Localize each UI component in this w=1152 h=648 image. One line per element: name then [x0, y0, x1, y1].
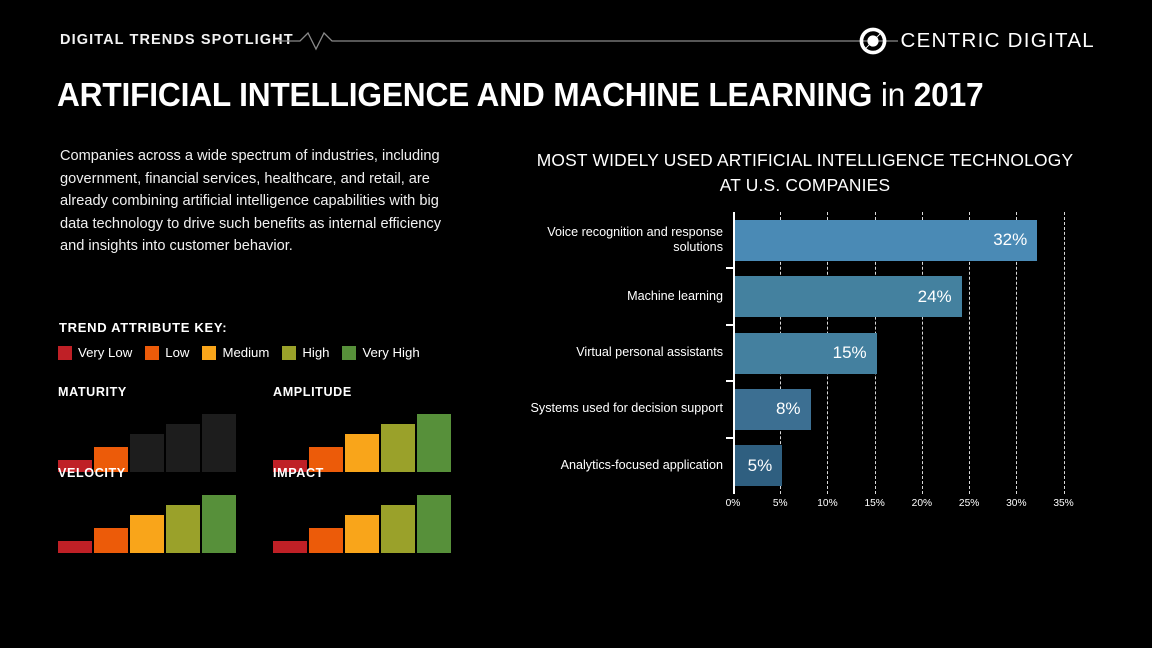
chart-bar-value: 8%	[775, 399, 801, 419]
chart-x-tick-label: 0%	[725, 498, 741, 509]
attribute-level-bar	[381, 424, 415, 472]
chart-gridline	[1063, 212, 1065, 494]
chart-y-tick	[726, 380, 733, 383]
chart-bar-value: 24%	[917, 286, 952, 306]
attribute-level-bar	[202, 414, 236, 472]
legend-item-very-high: Very High	[342, 345, 420, 360]
page-header: DIGITAL TRENDS SPOTLIGHT CENTRIC DIGITAL	[0, 0, 1152, 62]
attribute-level-bar	[202, 495, 236, 553]
legend-item-medium: Medium	[202, 345, 269, 360]
chart-x-tick-label: 5%	[772, 498, 788, 509]
centric-circle-mark-icon	[860, 27, 887, 55]
legend-swatch-icon	[282, 345, 297, 360]
attribute-level-bars	[273, 495, 455, 553]
attribute-level-bar	[417, 414, 451, 472]
chart-x-tick-label: 30%	[1006, 498, 1027, 509]
trend-attribute-key-title: TREND ATTRIBUTE KEY:	[59, 320, 228, 335]
chart-title-line-2: AT U.S. COMPANIES	[719, 175, 891, 195]
attribute-panel-maturity: MATURITY	[58, 385, 243, 475]
legend-label: Very Low	[78, 345, 133, 360]
chart-x-tick-label: 15%	[864, 498, 885, 509]
attribute-level-bar	[58, 541, 92, 553]
chart-y-tick	[726, 323, 733, 326]
chart-bar-value: 32%	[993, 230, 1028, 250]
chart-category-label: Machine learning	[627, 288, 723, 303]
chart-x-tick-label: 20%	[911, 498, 933, 509]
attribute-level-bar	[381, 505, 415, 553]
attribute-level-bar	[417, 495, 451, 553]
trend-attribute-legend: Very Low Low Medium High Very High	[58, 345, 433, 360]
attribute-level-bars	[58, 414, 240, 472]
attribute-panel-impact: IMPACT	[273, 466, 458, 556]
attribute-level-bar	[309, 528, 343, 553]
page-title: ARTIFICIAL INTELLIGENCE AND MACHINE LEAR…	[57, 76, 984, 114]
chart-y-tick	[726, 267, 733, 270]
attribute-title: MATURITY	[58, 385, 127, 399]
legend-item-low: Low	[145, 345, 189, 360]
chart-title-line-1: MOST WIDELY USED ARTIFICIAL INTELLIGENCE…	[536, 150, 1074, 170]
legend-label: High	[302, 345, 330, 360]
attribute-level-bar	[94, 528, 128, 553]
attribute-level-bar	[166, 505, 200, 553]
chart-x-tick-label: 35%	[1053, 498, 1074, 509]
intro-paragraph: Companies across a wide spectrum of indu…	[60, 148, 442, 255]
chart-bar[interactable]: 15%	[735, 332, 877, 374]
chart-category-label: Voice recognition and response solutions	[547, 224, 723, 255]
attribute-title: VELOCITY	[58, 466, 126, 480]
legend-label: Medium	[222, 345, 270, 360]
legend-label: Very High	[362, 345, 420, 360]
brand-logo[interactable]: CENTRIC DIGITAL	[859, 27, 1095, 55]
chart-category-labels: Voice recognition and response solutions…	[520, 212, 724, 494]
brand-name: CENTRIC DIGITAL	[900, 29, 1095, 52]
attribute-panel-velocity: VELOCITY	[58, 466, 243, 556]
ai-technology-bar-chart: Voice recognition and response solutions…	[520, 212, 1090, 522]
chart-title: MOST WIDELY USED ARTIFICIAL INTELLIGENCE…	[500, 148, 1110, 198]
chart-y-tick	[726, 436, 733, 439]
chart-bar[interactable]: 5%	[735, 445, 783, 487]
attribute-title: IMPACT	[273, 466, 324, 480]
chart-x-tick-label: 25%	[958, 498, 980, 509]
chart-plot-area: 32% 24% 15% 8% 5%	[726, 212, 1073, 494]
chart-category-label: Systems used for decision support	[530, 401, 724, 416]
chart-bar[interactable]: 8%	[735, 388, 811, 430]
attribute-level-bar	[166, 424, 200, 472]
spotlight-kicker: DIGITAL TRENDS SPOTLIGHT	[60, 32, 294, 48]
attribute-level-bars	[58, 495, 240, 553]
attribute-level-bars	[273, 414, 455, 472]
chart-category-label: Virtual personal assistants	[576, 345, 723, 359]
chart-bar-value: 5%	[747, 455, 773, 475]
chart-category-label: Analytics-focused application	[560, 457, 723, 472]
legend-swatch-icon	[342, 345, 357, 360]
legend-swatch-icon	[58, 345, 72, 360]
legend-swatch-icon	[145, 345, 160, 360]
attribute-level-bar	[130, 515, 164, 553]
page-footer: © Centric Digital LLC 2016 Data Source: …	[0, 588, 1152, 648]
heartbeat-pulse-line-icon	[278, 31, 898, 51]
attribute-level-bar	[345, 515, 379, 553]
chart-bar[interactable]: 24%	[735, 276, 962, 318]
attribute-panel-amplitude: AMPLITUDE	[273, 385, 458, 475]
legend-label: Low	[165, 345, 190, 360]
chart-x-tick-label: 10%	[817, 498, 838, 509]
title-main: ARTIFICIAL INTELLIGENCE AND MACHINE LEAR…	[57, 76, 873, 113]
attribute-level-bar	[273, 541, 307, 553]
legend-swatch-icon	[202, 345, 217, 360]
chart-x-axis-labels: 0% 5% 10% 15% 20% 25% 30% 35%	[726, 498, 1078, 514]
chart-bar-value: 15%	[832, 343, 867, 362]
title-year: 2017	[913, 76, 984, 113]
chart-bar[interactable]: 32%	[735, 219, 1038, 261]
attribute-title: AMPLITUDE	[273, 385, 352, 399]
title-connector: in	[872, 76, 914, 113]
legend-item-high: High	[282, 345, 329, 360]
legend-item-very-low: Very Low	[58, 345, 132, 360]
